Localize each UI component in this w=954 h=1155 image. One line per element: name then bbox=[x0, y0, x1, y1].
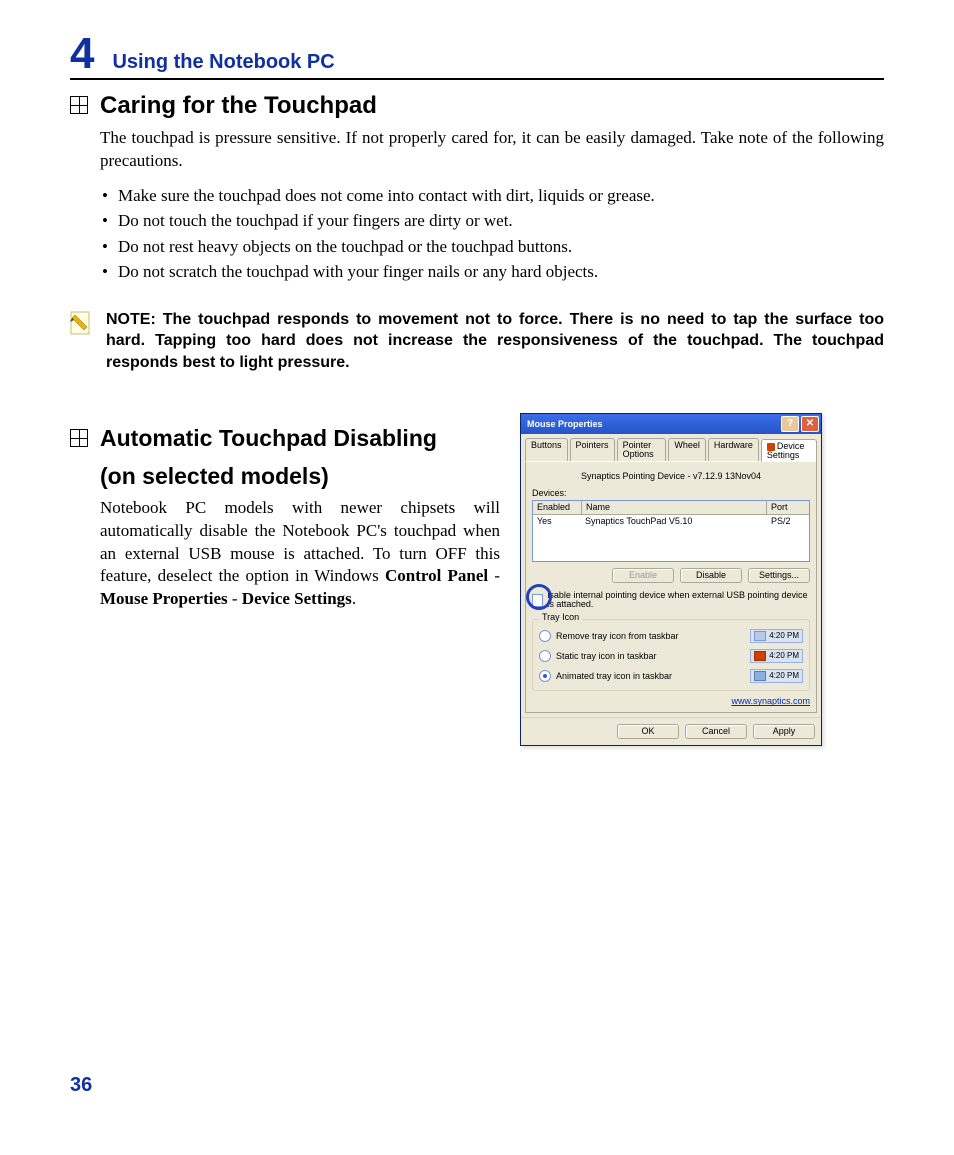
tray-icon-preview bbox=[754, 651, 766, 661]
chapter-number: 4 bbox=[70, 32, 94, 76]
note-text: NOTE: The touchpad responds to movement … bbox=[106, 309, 884, 374]
cancel-button[interactable]: Cancel bbox=[685, 724, 747, 739]
devices-label: Devices: bbox=[532, 489, 810, 498]
list-item: Do not touch the touchpad if your finger… bbox=[100, 208, 884, 234]
list-item: Make sure the touchpad does not come int… bbox=[100, 183, 884, 209]
section-title: Caring for the Touchpad bbox=[100, 92, 377, 121]
chapter-title: Using the Notebook PC bbox=[112, 52, 334, 78]
checkbox-label: isable internal pointing device when ext… bbox=[547, 591, 810, 609]
apply-button[interactable]: Apply bbox=[753, 724, 815, 739]
note-icon bbox=[70, 311, 96, 374]
tab-strip: Buttons Pointers Pointer Options Wheel H… bbox=[521, 434, 821, 461]
section-body: Notebook PC models with newer chipsets w… bbox=[100, 497, 500, 612]
note-block: NOTE: The touchpad responds to movement … bbox=[70, 309, 884, 374]
tray-preview: 4:20 PM bbox=[750, 629, 803, 643]
devices-table: Enabled Name Port Yes Synaptics TouchPad… bbox=[532, 500, 810, 562]
section-intro: The touchpad is pressure sensitive. If n… bbox=[100, 127, 884, 173]
tab-hardware[interactable]: Hardware bbox=[708, 438, 759, 461]
tray-icon-preview bbox=[754, 671, 766, 681]
tray-icon-group: Tray Icon Remove tray icon from taskbar … bbox=[532, 619, 810, 691]
precautions-list: Make sure the touchpad does not come int… bbox=[100, 183, 884, 285]
tab-device-settings[interactable]: Device Settings bbox=[761, 439, 817, 462]
radio-static-tray[interactable] bbox=[539, 650, 551, 662]
section-icon bbox=[70, 429, 92, 452]
page-number: 36 bbox=[70, 1075, 92, 1095]
ok-button[interactable]: OK bbox=[617, 724, 679, 739]
col-port: Port bbox=[767, 501, 809, 514]
tray-preview: 4:20 PM bbox=[750, 669, 803, 683]
dialog-titlebar: Mouse Properties ? ✕ bbox=[521, 414, 821, 434]
list-item: Do not rest heavy objects on the touchpa… bbox=[100, 234, 884, 260]
disable-button[interactable]: Disable bbox=[680, 568, 742, 583]
enable-button[interactable]: Enable bbox=[612, 568, 674, 583]
driver-label: Synaptics Pointing Device - v7.12.9 13No… bbox=[532, 468, 810, 489]
help-button[interactable]: ? bbox=[781, 416, 799, 432]
close-button[interactable]: ✕ bbox=[801, 416, 819, 432]
radio-label: Static tray icon in taskbar bbox=[556, 652, 657, 661]
dialog-title: Mouse Properties bbox=[527, 420, 603, 429]
tray-icon-preview bbox=[754, 631, 766, 641]
tab-pointers[interactable]: Pointers bbox=[570, 438, 615, 461]
radio-label: Remove tray icon from taskbar bbox=[556, 632, 679, 641]
tab-buttons[interactable]: Buttons bbox=[525, 438, 568, 461]
list-item: Do not scratch the touchpad with your fi… bbox=[100, 259, 884, 285]
tab-pointer-options[interactable]: Pointer Options bbox=[617, 438, 667, 461]
radio-label: Animated tray icon in taskbar bbox=[556, 672, 672, 681]
section-title-line2: (on selected models) bbox=[100, 463, 437, 491]
tray-icon-legend: Tray Icon bbox=[539, 613, 582, 622]
tray-preview: 4:20 PM bbox=[750, 649, 803, 663]
settings-button[interactable]: Settings... bbox=[748, 568, 810, 583]
table-row[interactable]: Yes Synaptics TouchPad V5.10 PS/2 bbox=[533, 515, 809, 528]
radio-animated-tray[interactable] bbox=[539, 670, 551, 682]
section-title-line1: Automatic Touchpad Disabling bbox=[100, 425, 437, 453]
section-icon bbox=[70, 96, 92, 119]
chapter-header: 4 Using the Notebook PC bbox=[70, 32, 884, 80]
mouse-properties-dialog: Mouse Properties ? ✕ Buttons Pointers Po… bbox=[520, 413, 822, 746]
col-name: Name bbox=[582, 501, 767, 514]
radio-remove-tray[interactable] bbox=[539, 630, 551, 642]
synaptics-link[interactable]: www.synaptics.com bbox=[532, 697, 810, 706]
col-enabled: Enabled bbox=[533, 501, 582, 514]
tab-wheel[interactable]: Wheel bbox=[668, 438, 706, 461]
